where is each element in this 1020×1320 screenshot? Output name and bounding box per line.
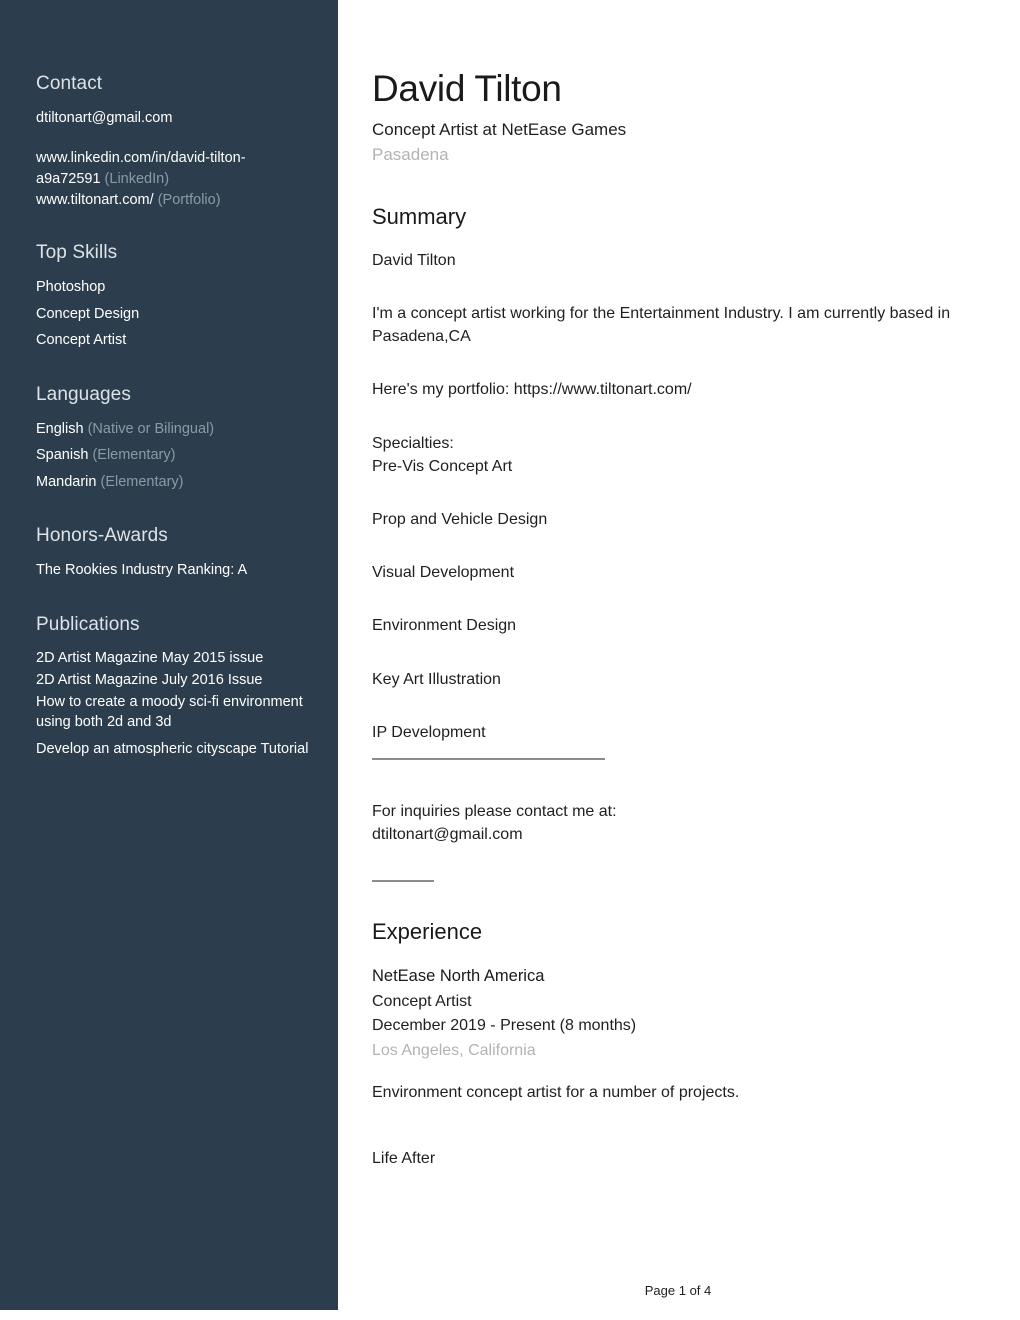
experience-company: NetEase North America bbox=[372, 966, 545, 985]
skill-item: Photoshop bbox=[36, 279, 106, 296]
skill-item: Concept Design bbox=[36, 305, 140, 322]
experience-location: Los Angeles, California bbox=[372, 1042, 536, 1060]
specialty-item: IP Development bbox=[372, 723, 486, 741]
contact-link-portfolio[interactable]: www.tiltonart.com/ (Portfolio) bbox=[36, 190, 310, 211]
page-footer: Page 1 of 4 bbox=[644, 1283, 712, 1298]
language-item: Mandarin (Elementary) bbox=[36, 472, 310, 493]
sidebar-heading-languages: Languages bbox=[36, 383, 131, 405]
language-level: (Elementary) bbox=[92, 447, 176, 464]
specialty-item: Environment Design bbox=[372, 617, 517, 635]
section-heading-experience: Experience bbox=[372, 919, 483, 945]
contact-email[interactable]: dtiltonart@gmail.com bbox=[36, 108, 310, 129]
main-content: David Tilton Concept Artist at NetEase G… bbox=[372, 0, 984, 1171]
sidebar-heading-contact: Contact bbox=[36, 73, 103, 94]
language-level: (Native or Bilingual) bbox=[87, 420, 215, 437]
specialty-item: Pre-Vis Concept Art bbox=[372, 457, 513, 475]
publication-item: 2D Artist Magazine July 2016 Issue bbox=[36, 672, 263, 688]
contact-link-linkedin-label: (LinkedIn) bbox=[104, 171, 170, 188]
sidebar-heading-honors-awards: Honors-Awards bbox=[36, 525, 168, 547]
summary-intro: I'm a concept artist working for the Ent… bbox=[372, 305, 951, 346]
contact-link-portfolio-url: www.tiltonart.com/ bbox=[36, 192, 154, 209]
sidebar-section-publications: Publications 2D Artist Magazine May 2015… bbox=[36, 613, 310, 760]
section-heading-summary: Summary bbox=[372, 204, 467, 230]
experience-entry: Life After bbox=[372, 1147, 984, 1171]
profile-name: David Tilton bbox=[372, 68, 562, 109]
contact-link-linkedin[interactable]: www.linkedin.com/in/david-tilton-a9a7259… bbox=[36, 148, 310, 190]
resume-page: Contact dtiltonart@gmail.com www.linkedi… bbox=[0, 0, 1020, 1320]
experience-entry: NetEase North America Concept Artist Dec… bbox=[372, 964, 984, 1105]
publication-item: Develop an atmospheric cityscape Tutoria… bbox=[36, 740, 309, 757]
summary-signature: David Tilton bbox=[372, 251, 456, 269]
sidebar-heading-top-skills: Top Skills bbox=[36, 242, 118, 264]
specialty-item: Key Art Illustration bbox=[372, 670, 501, 688]
experience-company: Life After bbox=[372, 1149, 436, 1167]
language-name: English bbox=[36, 420, 84, 437]
specialties-label: Specialties: bbox=[372, 434, 454, 452]
specialty-item: Visual Development bbox=[372, 564, 515, 582]
summary-inquiries-email[interactable]: dtiltonart@gmail.com bbox=[372, 823, 984, 846]
sidebar-section-languages: Languages English (Native or Bilingual) … bbox=[36, 383, 310, 492]
sidebar-section-contact: Contact dtiltonart@gmail.com www.linkedi… bbox=[36, 72, 310, 211]
profile-headline: Concept Artist at NetEase Games bbox=[372, 120, 627, 140]
language-name: Spanish bbox=[36, 447, 89, 464]
contact-link-portfolio-label: (Portfolio) bbox=[157, 192, 221, 209]
sidebar: Contact dtiltonart@gmail.com www.linkedi… bbox=[0, 0, 338, 1310]
summary-divider-long bbox=[372, 757, 605, 760]
publication-item: 2D Artist Magazine May 2015 issue bbox=[36, 650, 264, 667]
skill-item: Concept Artist bbox=[36, 332, 127, 349]
sidebar-heading-publications: Publications bbox=[36, 613, 140, 635]
profile-location: Pasadena bbox=[372, 145, 449, 165]
sidebar-section-honors-awards: Honors-Awards The Rookies Industry Ranki… bbox=[36, 524, 310, 580]
summary-portfolio-line: Here's my portfolio: https://www.tiltona… bbox=[372, 381, 692, 399]
summary-inquiries-line: For inquiries please contact me at: bbox=[372, 802, 617, 820]
language-level: (Elementary) bbox=[100, 473, 184, 490]
language-item: Spanish (Elementary) bbox=[36, 445, 310, 466]
specialty-item: Prop and Vehicle Design bbox=[372, 511, 548, 529]
summary-divider-short bbox=[372, 880, 434, 883]
sidebar-section-top-skills: Top Skills Photoshop Concept Design Conc… bbox=[36, 241, 310, 350]
experience-role: Concept Artist bbox=[372, 992, 472, 1010]
language-name: Mandarin bbox=[36, 473, 97, 490]
publication-item: How to create a moody sci-fi environment… bbox=[36, 693, 303, 731]
honor-item: The Rookies Industry Ranking: A bbox=[36, 562, 248, 579]
experience-description: Environment concept artist for a number … bbox=[372, 1083, 740, 1101]
language-item: English (Native or Bilingual) bbox=[36, 419, 310, 440]
experience-dates: December 2019 - Present (8 months) bbox=[372, 1017, 637, 1035]
